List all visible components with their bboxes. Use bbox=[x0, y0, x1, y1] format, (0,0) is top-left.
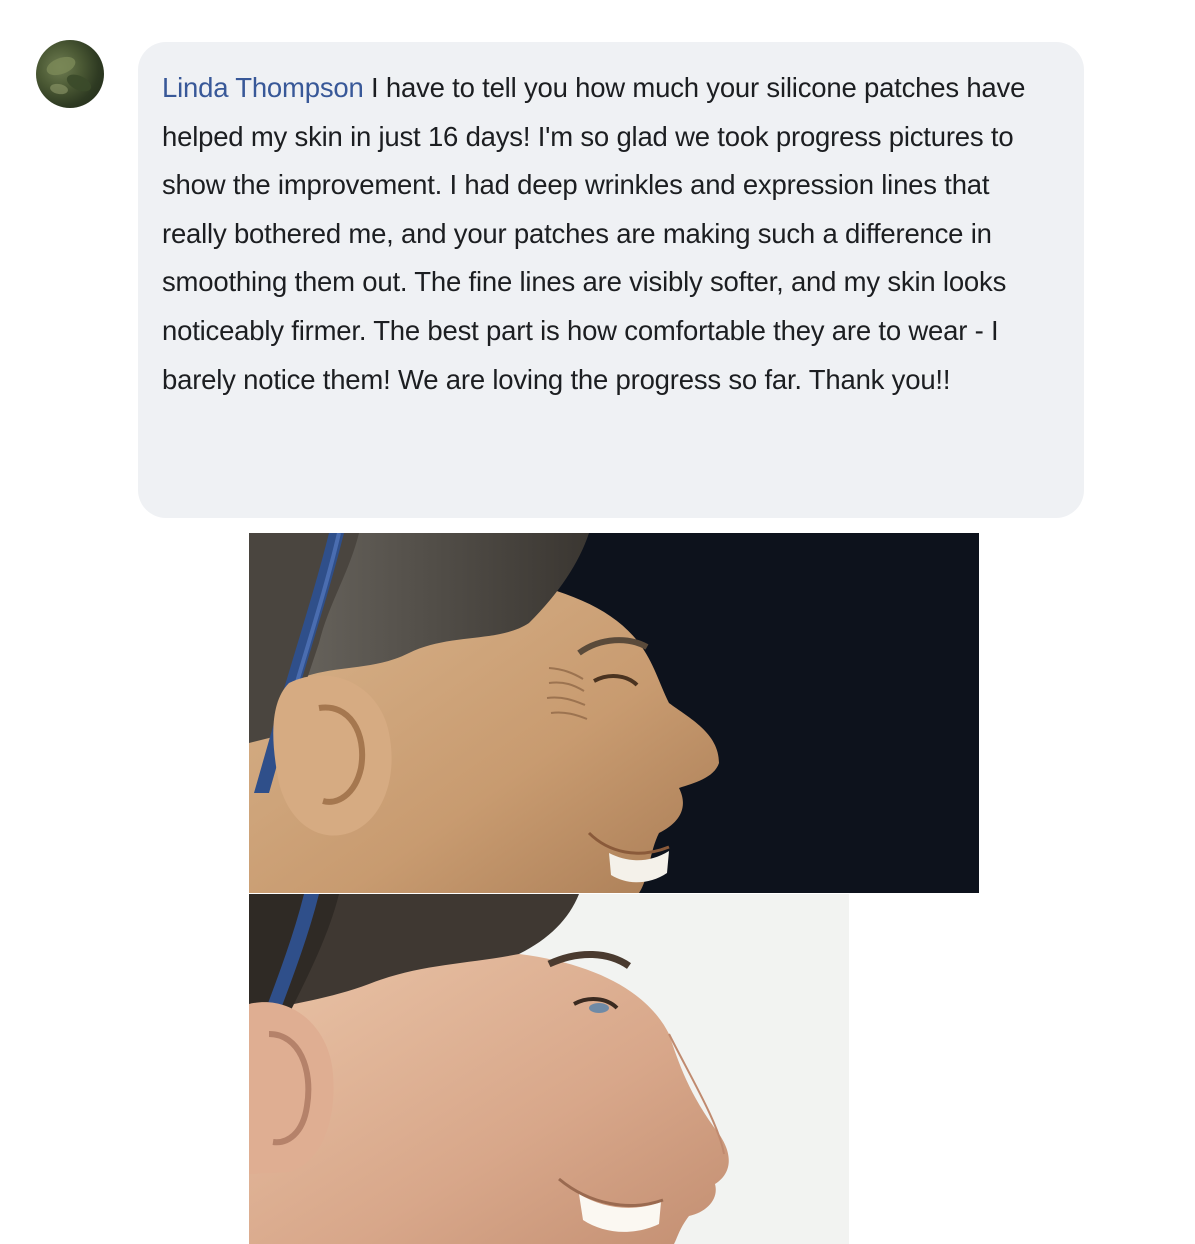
comment-body: Linda Thompson I have to tell you how mu… bbox=[162, 64, 1060, 404]
author-name-link[interactable]: Linda Thompson bbox=[162, 72, 364, 103]
before-photo-illustration bbox=[249, 533, 979, 893]
avatar-foliage bbox=[49, 82, 69, 96]
avatar-foliage bbox=[64, 71, 94, 95]
after-photo-illustration bbox=[249, 894, 849, 1244]
after-profile-photo[interactable] bbox=[249, 894, 849, 1244]
comment-text: I have to tell you how much your silicon… bbox=[162, 72, 1026, 395]
avatar[interactable] bbox=[36, 40, 104, 108]
comment-bubble: Linda Thompson I have to tell you how mu… bbox=[138, 42, 1084, 518]
before-profile-photo[interactable] bbox=[249, 533, 979, 893]
